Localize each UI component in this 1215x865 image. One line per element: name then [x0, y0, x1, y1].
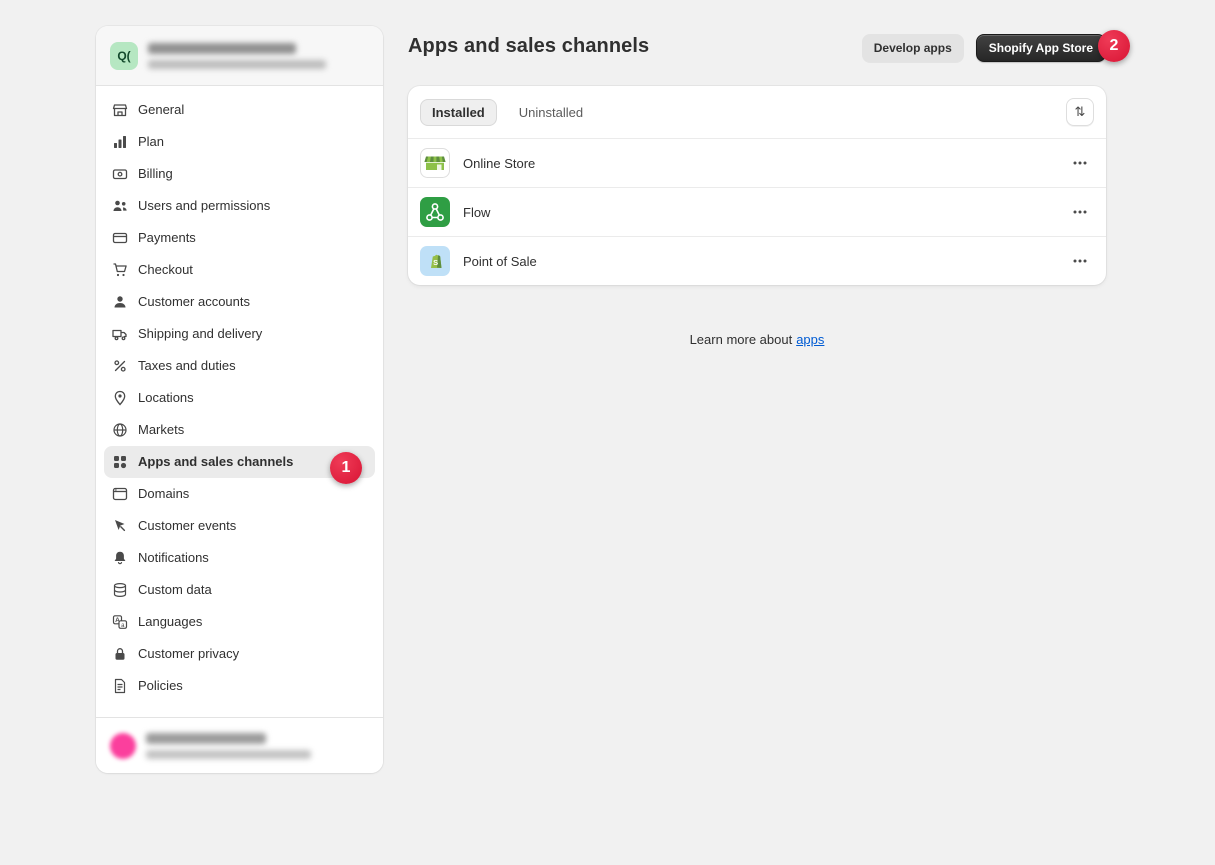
tab-uninstalled[interactable]: Uninstalled [507, 99, 595, 126]
globe-icon [112, 422, 128, 438]
apps-link[interactable]: apps [796, 332, 824, 347]
sort-button[interactable]: ⇅ [1066, 98, 1094, 126]
sort-icon: ⇅ [1075, 104, 1086, 120]
sidebar-item-taxes-duties[interactable]: Taxes and duties [104, 350, 375, 382]
redacted-store-name [148, 43, 296, 54]
annotation-badge-1: 1 [330, 452, 362, 484]
translate-icon: Aa [112, 614, 128, 630]
user-avatar [110, 733, 136, 759]
sidebar-item-locations[interactable]: Locations [104, 382, 375, 414]
user-account-menu[interactable] [96, 717, 383, 773]
document-icon [112, 678, 128, 694]
sidebar-item-policies[interactable]: Policies [104, 670, 375, 702]
pos-icon: S [420, 246, 450, 276]
app-name: Flow [463, 205, 490, 220]
sidebar-item-label: Notifications [138, 548, 209, 568]
sidebar-item-label: Payments [138, 228, 196, 248]
app-name: Online Store [463, 156, 535, 171]
ellipsis-icon [1072, 204, 1088, 220]
apps-card: Installed Uninstalled ⇅ Online Store Flo… [408, 86, 1106, 285]
app-row-point-of-sale: S Point of Sale [408, 237, 1106, 285]
tab-installed[interactable]: Installed [420, 99, 497, 126]
sidebar-item-languages[interactable]: Aa Languages [104, 606, 375, 638]
sidebar-item-label: Customer accounts [138, 292, 250, 312]
lock-icon [112, 646, 128, 662]
sidebar-item-domains[interactable]: Domains [104, 478, 375, 510]
apps-card-tabs: Installed Uninstalled ⇅ [408, 86, 1106, 138]
svg-text:S: S [433, 258, 438, 267]
sidebar-item-label: Billing [138, 164, 173, 184]
bell-icon [112, 550, 128, 566]
bar-chart-icon [112, 134, 128, 150]
sidebar-item-plan[interactable]: Plan [104, 126, 375, 158]
users-icon [112, 198, 128, 214]
sidebar-item-billing[interactable]: Billing [104, 158, 375, 190]
develop-apps-button[interactable]: Develop apps [862, 34, 964, 62]
sidebar-item-label: Policies [138, 676, 183, 696]
app-name: Point of Sale [463, 254, 537, 269]
map-pin-icon [112, 390, 128, 406]
store-avatar: Q( [110, 42, 138, 70]
sidebar-item-payments[interactable]: Payments [104, 222, 375, 254]
ellipsis-icon [1072, 253, 1088, 269]
sidebar-item-markets[interactable]: Markets [104, 414, 375, 446]
online-store-menu-button[interactable] [1066, 151, 1094, 175]
point-of-sale-menu-button[interactable] [1066, 249, 1094, 273]
app-row-online-store: Online Store [408, 139, 1106, 188]
sidebar-item-label: Markets [138, 420, 184, 440]
browser-icon [112, 486, 128, 502]
sidebar-item-label: Plan [138, 132, 164, 152]
person-icon [112, 294, 128, 310]
sidebar-item-customer-accounts[interactable]: Customer accounts [104, 286, 375, 318]
sidebar-item-label: Checkout [138, 260, 193, 280]
sidebar-item-general[interactable]: General [104, 94, 375, 126]
sidebar-item-label: Languages [138, 612, 202, 632]
storefront-icon [112, 102, 128, 118]
sidebar-item-users-permissions[interactable]: Users and permissions [104, 190, 375, 222]
shopify-app-store-button[interactable]: Shopify App Store [976, 34, 1106, 62]
flow-menu-button[interactable] [1066, 200, 1094, 224]
redacted-user-name [146, 733, 266, 744]
sidebar-item-label: Customer events [138, 516, 236, 536]
header-actions: Develop apps Shopify App Store [408, 34, 1106, 62]
sidebar-item-label: Locations [138, 388, 194, 408]
sidebar-item-label: Custom data [138, 580, 212, 600]
database-icon [112, 582, 128, 598]
redacted-user-email [146, 750, 311, 759]
credit-card-icon [112, 230, 128, 246]
sidebar-item-customer-events[interactable]: Customer events [104, 510, 375, 542]
learn-more-footer: Learn more about apps [408, 332, 1106, 347]
sidebar-item-custom-data[interactable]: Custom data [104, 574, 375, 606]
banknote-icon [112, 166, 128, 182]
settings-nav: General Plan Billing Users and permissio… [96, 86, 383, 717]
ellipsis-icon [1072, 155, 1088, 171]
sidebar-item-label: Domains [138, 484, 189, 504]
flow-icon [420, 197, 450, 227]
sidebar-item-label: Users and permissions [138, 196, 270, 216]
sidebar-item-label: General [138, 100, 184, 120]
truck-icon [112, 326, 128, 342]
redacted-store-email [148, 60, 326, 69]
sidebar-item-shipping-delivery[interactable]: Shipping and delivery [104, 318, 375, 350]
sidebar-item-label: Taxes and duties [138, 356, 236, 376]
percent-icon [112, 358, 128, 374]
sidebar-item-notifications[interactable]: Notifications [104, 542, 375, 574]
apps-grid-icon [112, 454, 128, 470]
learn-more-text: Learn more about [690, 332, 793, 347]
sidebar-item-label: Shipping and delivery [138, 324, 262, 344]
sidebar-item-checkout[interactable]: Checkout [104, 254, 375, 286]
sidebar-item-label: Apps and sales channels [138, 452, 293, 472]
settings-sidebar: Q( General Plan Billing [96, 26, 383, 773]
sidebar-item-customer-privacy[interactable]: Customer privacy [104, 638, 375, 670]
cursor-icon [112, 518, 128, 534]
annotation-badge-2: 2 [1098, 30, 1130, 62]
online-store-icon [420, 148, 450, 178]
app-row-flow: Flow [408, 188, 1106, 237]
sidebar-item-label: Customer privacy [138, 644, 239, 664]
cart-icon [112, 262, 128, 278]
store-switcher[interactable]: Q( [96, 26, 383, 86]
